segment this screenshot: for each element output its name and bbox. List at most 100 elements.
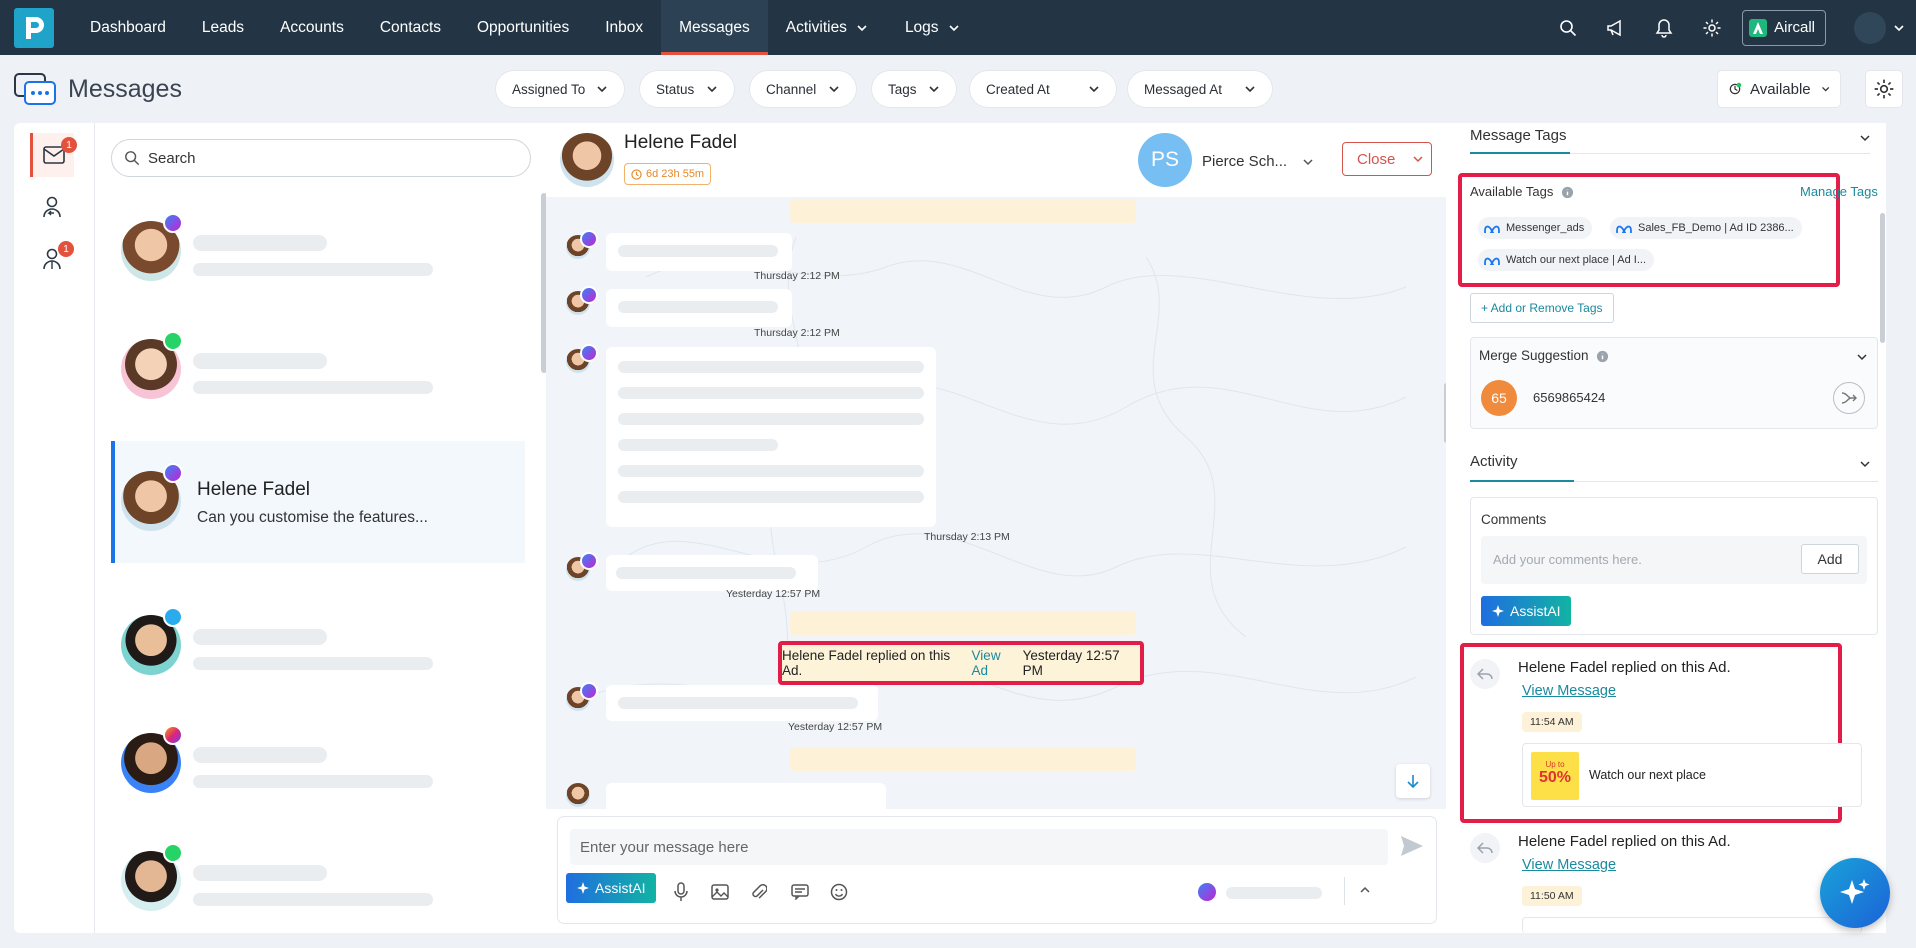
aircall-button[interactable]: Aircall: [1742, 9, 1826, 46]
manage-tags-link[interactable]: Manage Tags: [1800, 184, 1878, 199]
messenger-icon: [580, 286, 598, 304]
emoji-icon[interactable]: [828, 881, 850, 903]
search-input[interactable]: Search: [111, 139, 531, 177]
tag-chip[interactable]: Sales_FB_Demo | Ad ID 2386...: [1610, 217, 1802, 239]
assignee-dropdown[interactable]: Pierce Sch...: [1202, 153, 1315, 170]
nav-label: Logs: [904, 18, 939, 36]
list-item[interactable]: [111, 319, 525, 441]
filter-created-at[interactable]: Created At: [970, 71, 1116, 107]
message-bubble: [606, 347, 936, 527]
availability-dropdown[interactable]: Available: [1718, 71, 1840, 107]
rail-agents[interactable]: 1: [30, 237, 74, 281]
ad-preview-card[interactable]: [1522, 917, 1862, 933]
avatar: [560, 133, 614, 187]
chevron-down-icon: [1245, 86, 1255, 93]
gear-icon[interactable]: [1701, 17, 1723, 39]
assistai-button[interactable]: AssistAI: [1481, 596, 1571, 626]
messenger-icon[interactable]: [1198, 883, 1216, 901]
chevron-down-icon[interactable]: [1855, 350, 1869, 364]
comments-input[interactable]: Add your comments here. Add: [1481, 536, 1867, 584]
filter-status[interactable]: Status: [640, 71, 734, 107]
filter-channel[interactable]: Channel: [750, 71, 856, 107]
chevron-down-icon[interactable]: [1892, 21, 1906, 35]
nav-contacts[interactable]: Contacts: [362, 0, 459, 55]
page-title: Messages: [68, 75, 182, 103]
list-item[interactable]: [111, 197, 525, 319]
chevron-down-icon[interactable]: [1858, 457, 1872, 471]
tag-chip[interactable]: Watch our next place | Ad I...: [1478, 249, 1655, 271]
tag-chip[interactable]: Messenger_ads: [1478, 217, 1593, 239]
ad-preview-card[interactable]: Up to 50% Watch our next place: [1522, 743, 1862, 807]
message-timestamp: Yesterday 12:57 PM: [788, 721, 883, 733]
megaphone-icon[interactable]: [1605, 17, 1627, 39]
paperclip-icon[interactable]: [748, 881, 770, 903]
panel-scrollbar[interactable]: [1880, 213, 1885, 343]
messenger-icon: [580, 230, 598, 248]
app-logo[interactable]: [14, 7, 54, 48]
sparkle-icon: [1840, 879, 1870, 904]
user-avatar[interactable]: [1854, 11, 1886, 44]
nav-label: Opportunities: [477, 18, 570, 36]
view-message-link[interactable]: View Message: [1522, 857, 1616, 873]
add-remove-tags-button[interactable]: + Add or Remove Tags: [1470, 293, 1614, 323]
ad-badge-top: Up to: [1545, 760, 1565, 769]
skeleton-line: [618, 465, 924, 477]
filter-label: Messaged At: [1144, 81, 1223, 97]
search-placeholder: Search: [148, 149, 196, 167]
search-icon[interactable]: [1557, 17, 1579, 39]
template-icon[interactable]: [789, 881, 811, 903]
assistai-label: AssistAI: [1510, 603, 1561, 619]
nav-accounts[interactable]: Accounts: [262, 0, 362, 55]
nav-dashboard[interactable]: Dashboard: [72, 0, 184, 55]
send-icon[interactable]: [1400, 835, 1424, 857]
merge-phone: 6569865424: [1533, 390, 1606, 405]
nav-logs[interactable]: Logs: [887, 0, 979, 55]
meta-icon: [1616, 225, 1632, 233]
scroll-to-bottom-button[interactable]: [1396, 764, 1430, 798]
system-pill-skeleton: [790, 747, 1136, 771]
chevron-up-icon[interactable]: [1358, 883, 1372, 897]
microphone-icon[interactable]: [670, 881, 692, 903]
filter-assigned-to[interactable]: Assigned To: [496, 71, 624, 107]
comments-placeholder: Add your comments here.: [1493, 552, 1642, 567]
assistai-button[interactable]: AssistAI: [566, 873, 656, 903]
rail-messages[interactable]: 1: [30, 133, 77, 177]
view-ad-link[interactable]: View Ad: [972, 648, 1019, 678]
merge-button[interactable]: [1833, 382, 1865, 414]
list-item-selected[interactable]: Helene Fadel Can you customise the featu…: [111, 441, 525, 563]
meta-icon: [1484, 225, 1500, 233]
close-conversation-button[interactable]: Close: [1342, 142, 1432, 176]
arrow-down-icon: [1407, 775, 1419, 789]
messenger-icon: [580, 344, 598, 362]
assistai-fab[interactable]: [1820, 858, 1890, 928]
nav-leads[interactable]: Leads: [184, 0, 262, 55]
nav-inbox[interactable]: Inbox: [587, 0, 661, 55]
nav-opportunities[interactable]: Opportunities: [459, 0, 587, 55]
nav-messages[interactable]: Messages: [661, 0, 768, 55]
ad-title: Watch our next place: [1589, 768, 1706, 782]
message-input[interactable]: Enter your message here: [570, 829, 1388, 865]
filter-tags[interactable]: Tags: [872, 71, 956, 107]
nav-activities[interactable]: Activities: [768, 0, 887, 55]
timer-value: 6d 23h 55m: [646, 168, 705, 180]
message-bubble: [606, 555, 818, 591]
message-preview: Can you customise the features...: [197, 509, 428, 526]
list-item[interactable]: [111, 685, 525, 807]
list-item[interactable]: [111, 807, 525, 929]
nav-label: Activities: [785, 18, 847, 36]
messages-settings-button[interactable]: [1866, 71, 1902, 107]
bell-icon[interactable]: [1653, 17, 1675, 39]
filter-messaged-at[interactable]: Messaged At: [1128, 71, 1272, 107]
nav-label: Leads: [201, 18, 245, 36]
top-nav: Dashboard Leads Accounts Contacts Opport…: [0, 0, 1916, 55]
add-comment-button[interactable]: Add: [1801, 544, 1859, 574]
system-pill-skeleton: [790, 199, 1136, 223]
filter-label: Assigned To: [512, 81, 586, 97]
list-item[interactable]: [111, 563, 525, 685]
chevron-down-icon[interactable]: [1858, 131, 1872, 145]
rail-assigned-to-me[interactable]: [30, 185, 74, 229]
clock-icon: [631, 168, 642, 180]
image-icon[interactable]: [709, 881, 731, 903]
messenger-icon: [163, 463, 183, 483]
view-message-link[interactable]: View Message: [1522, 683, 1616, 699]
